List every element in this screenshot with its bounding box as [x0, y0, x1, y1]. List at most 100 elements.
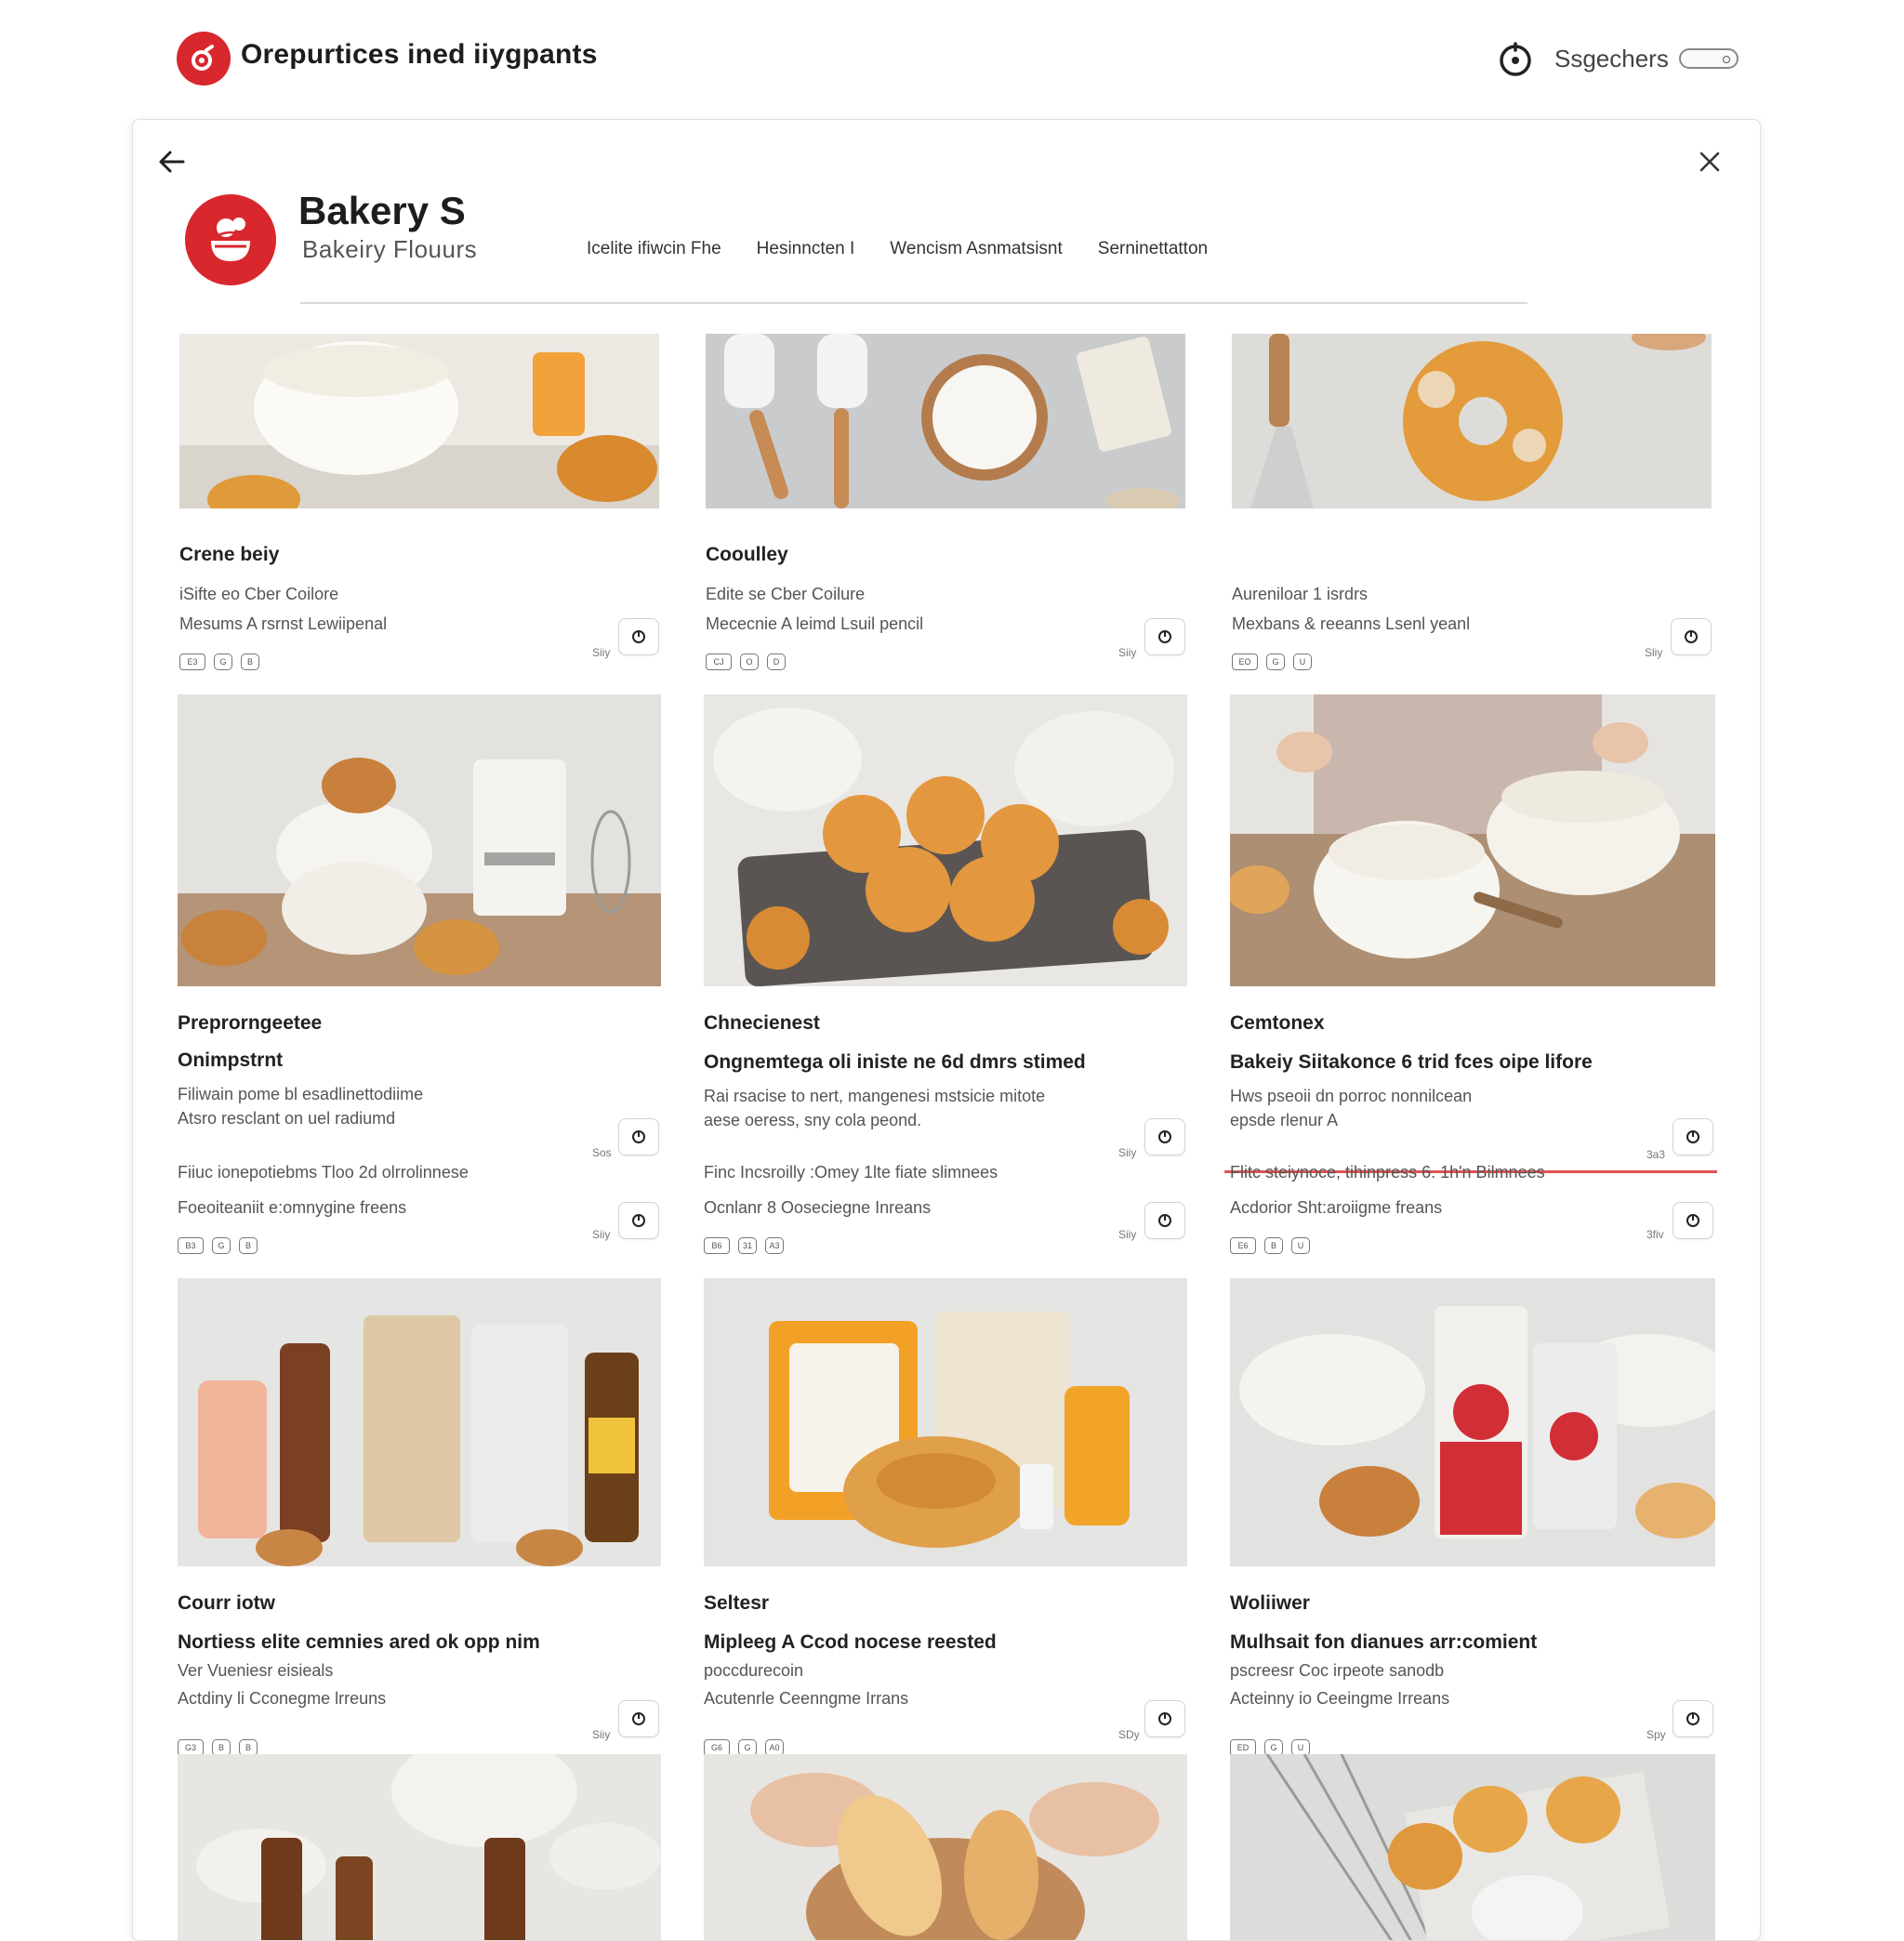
product-chips: EO G U	[1232, 654, 1312, 670]
brand-name: Bakery S	[298, 189, 466, 232]
product-desc-line: Flitc steiynoce, tihinpress 6. 1h'n Bilm…	[1230, 1163, 1545, 1182]
chip[interactable]: A3	[765, 1237, 784, 1254]
product-title: Cemtonex	[1230, 1012, 1325, 1034]
card-action-button[interactable]	[1673, 1118, 1713, 1155]
product-image-whisk-buns	[1230, 1754, 1715, 1940]
product-desc-line: pscreesr Coc irpeote sanodb	[1230, 1661, 1445, 1680]
product-image-flour-bags-roll	[704, 1278, 1187, 1566]
card-action-button[interactable]	[1144, 1118, 1185, 1155]
price-label: Siiy	[592, 646, 611, 659]
product-subtitle: Nortiess elite cemnies ared ok opp nim	[178, 1631, 540, 1653]
save-icon	[632, 1214, 645, 1227]
nav-item-2[interactable]: Hesinncten I	[757, 239, 855, 259]
save-icon	[632, 1712, 645, 1725]
product-image-bowls-flour	[179, 334, 659, 508]
save-icon	[1158, 1712, 1171, 1725]
chip[interactable]: B	[241, 654, 259, 670]
save-icon	[632, 630, 645, 643]
product-desc-line: Finc Incsroilly :Omey 1lte fiate slimnee…	[704, 1163, 998, 1182]
product-image-bowls-packs	[1230, 1278, 1715, 1566]
product-subtitle: Bakeiy Siitakonce 6 trid fces oipe lifor…	[1230, 1051, 1593, 1073]
user-toggle[interactable]	[1679, 48, 1739, 69]
product-image-utensils	[706, 334, 1185, 508]
chip[interactable]: E3	[179, 654, 205, 670]
chip[interactable]: B3	[178, 1237, 204, 1254]
product-desc-line: Mececnie A leimd Lsuil pencil	[706, 614, 924, 633]
user-label[interactable]: Ssgechers	[1554, 45, 1669, 73]
product-subtitle: Ongnemtega oli iniste ne 6d dmrs stimed	[704, 1051, 1086, 1073]
chip[interactable]: E6	[1230, 1237, 1256, 1254]
product-image-cinnamon-rolls	[704, 694, 1187, 986]
save-icon	[1686, 1130, 1699, 1143]
product-title: Courr iotw	[178, 1592, 275, 1614]
product-desc-line: Filiwain pome bl esadlinettodiime	[178, 1085, 424, 1103]
product-image-extracts	[178, 1754, 661, 1940]
nav-item-3[interactable]: Wencism Asnmatsisnt	[890, 239, 1062, 259]
app-logo-icon[interactable]	[177, 32, 231, 86]
product-desc-line: Acdorior Sht:aroiigme freans	[1230, 1198, 1443, 1217]
card-action-button[interactable]	[618, 1202, 659, 1239]
product-subtitle: Mulhsait fon dianues arr:comient	[1230, 1631, 1538, 1653]
save-icon	[632, 1130, 645, 1143]
app-bar: Orepurtices ined iiygpants Ssgechers	[0, 0, 1904, 115]
product-desc-line: Actdiny li Cconegme lrreuns	[178, 1689, 387, 1708]
chip[interactable]: U	[1291, 1237, 1310, 1254]
product-title: Chnecienest	[704, 1012, 820, 1034]
save-icon	[1158, 1130, 1171, 1143]
card-action-button[interactable]	[1144, 1700, 1185, 1737]
card-action-button[interactable]	[1144, 1202, 1185, 1239]
brand-subtitle: Bakeiry Flouurs	[302, 235, 478, 263]
product-desc-line: Mesums A rsrnst Lewiipenal	[179, 614, 388, 633]
chip[interactable]: CJ	[706, 654, 732, 670]
product-image-bottles-bags	[178, 1278, 661, 1566]
chip[interactable]: G	[212, 1237, 231, 1254]
power-icon[interactable]	[1497, 41, 1534, 78]
card-action-button[interactable]	[1144, 618, 1185, 655]
product-chips: E3 G B	[179, 654, 259, 670]
product-chips: B3 G B	[178, 1237, 258, 1254]
back-button[interactable]	[153, 144, 191, 181]
product-desc-line: Hws pseoii dn porroc nonnilcean	[1230, 1087, 1473, 1105]
nav-item-4[interactable]: Serninettatton	[1098, 239, 1208, 259]
product-desc-line: Rai rsacise to nert, mangenesi mstsicie …	[704, 1087, 1046, 1105]
chip[interactable]: O	[740, 654, 759, 670]
price-label: Siiy	[592, 1728, 611, 1741]
product-image-mixing-flour	[1230, 694, 1715, 986]
card-action-button[interactable]	[618, 618, 659, 655]
card-action-button[interactable]	[618, 1700, 659, 1737]
chip[interactable]: B6	[704, 1237, 730, 1254]
card-action-button[interactable]	[1671, 618, 1712, 655]
save-icon	[1686, 1712, 1699, 1725]
product-subtitle: Mipleeg A Ccod nocese reested	[704, 1631, 997, 1653]
arrow-left-icon	[159, 151, 185, 172]
save-icon	[1158, 630, 1171, 643]
nav-item-1[interactable]: Icelite ifiwcin Fhe	[587, 239, 721, 259]
card-action-button[interactable]	[618, 1118, 659, 1155]
product-title: Crene beiy	[179, 544, 280, 565]
product-desc-line: Acutenrle Ceenngme Irrans	[704, 1689, 909, 1708]
chip[interactable]: U	[1293, 654, 1312, 670]
save-icon	[1685, 630, 1698, 643]
price-label: Spy	[1646, 1728, 1666, 1741]
card-action-button[interactable]	[1673, 1700, 1713, 1737]
product-subtitle: Onimpstrnt	[178, 1050, 284, 1071]
close-icon	[1699, 152, 1720, 171]
chip[interactable]: G	[214, 654, 232, 670]
product-desc-line: Mexbans & reeanns Lsenl yeanl	[1232, 614, 1471, 633]
product-image-bowls-bag	[178, 694, 661, 986]
chip[interactable]: G	[1266, 654, 1285, 670]
product-title: Cooulley	[706, 544, 788, 565]
price-label: 3fiv	[1646, 1228, 1664, 1241]
product-panel: Bakery S Bakeiry Flouurs Icelite ifiwcin…	[132, 119, 1761, 1941]
chip[interactable]: B	[1264, 1237, 1283, 1254]
header-divider	[300, 302, 1527, 304]
chip[interactable]: EO	[1232, 654, 1258, 670]
product-image-pastry-ring	[1232, 334, 1712, 508]
product-desc-line: Acteinny io Ceeingme Irreans	[1230, 1689, 1450, 1708]
price-label: Sliy	[1645, 646, 1663, 659]
close-button[interactable]	[1691, 144, 1728, 181]
chip[interactable]: D	[767, 654, 786, 670]
chip[interactable]: 31	[738, 1237, 757, 1254]
chip[interactable]: B	[239, 1237, 258, 1254]
card-action-button[interactable]	[1673, 1202, 1713, 1239]
